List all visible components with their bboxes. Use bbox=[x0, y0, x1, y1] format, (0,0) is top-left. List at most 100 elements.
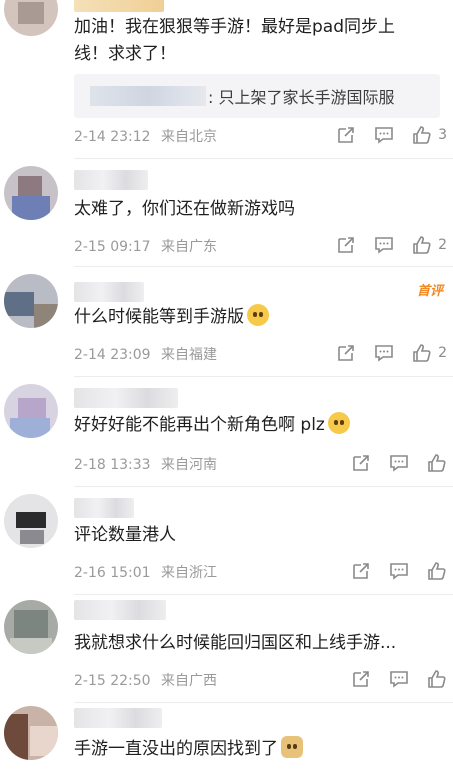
crying-face-emoji bbox=[327, 412, 350, 434]
divider bbox=[74, 376, 453, 377]
like-count: 3 bbox=[438, 127, 447, 143]
divider bbox=[74, 266, 453, 267]
comment-date: 2-15 22:50 bbox=[74, 673, 151, 689]
thumbs-up-icon bbox=[428, 562, 446, 580]
share-icon bbox=[353, 455, 369, 471]
thumbs-up-icon bbox=[428, 454, 446, 472]
comment-icon bbox=[390, 455, 408, 472]
thumbs-up-icon bbox=[413, 236, 431, 254]
divider bbox=[74, 702, 453, 703]
thumbs-up-icon bbox=[413, 126, 431, 144]
username-blurred[interactable] bbox=[74, 170, 148, 190]
crying-face-emoji bbox=[247, 304, 269, 326]
comment-text: 我就想求什么时候能回归国区和上线手游... bbox=[74, 633, 397, 653]
thumbs-up-icon bbox=[428, 670, 446, 688]
comment-icon bbox=[375, 237, 393, 254]
reply-text: : 只上架了家长手游国际服 bbox=[208, 88, 395, 107]
reply-preview[interactable]: : 只上架了家长手游国际服 bbox=[74, 74, 440, 118]
comment-date: 2-14 23:09 bbox=[74, 347, 151, 363]
avatar[interactable] bbox=[4, 600, 58, 654]
avatar[interactable] bbox=[4, 706, 58, 760]
comment-text-content: 手游一直没出的原因找到了 bbox=[74, 739, 278, 759]
doge-emoji bbox=[281, 736, 303, 758]
comment-text: 什么时候能等到手游版 bbox=[74, 304, 435, 331]
reply-username-blurred bbox=[90, 86, 206, 106]
avatar[interactable] bbox=[4, 384, 58, 438]
username-blurred[interactable] bbox=[74, 708, 162, 728]
divider bbox=[74, 158, 453, 159]
divider bbox=[74, 594, 453, 595]
like-button[interactable]: 3 bbox=[412, 125, 447, 145]
username-blurred[interactable] bbox=[74, 282, 144, 302]
share-button[interactable] bbox=[336, 235, 356, 255]
like-button[interactable]: 2 bbox=[412, 235, 447, 255]
share-button[interactable] bbox=[336, 125, 356, 145]
comment-text: 手游一直没出的原因找到了 bbox=[74, 736, 435, 763]
comment-icon bbox=[375, 127, 393, 144]
avatar[interactable] bbox=[4, 166, 58, 220]
share-icon bbox=[353, 563, 369, 579]
comment-meta: 2-15 09:17 来自广东 bbox=[74, 236, 217, 256]
comment-meta: 2-15 22:50 来自广西 bbox=[74, 670, 217, 690]
share-icon bbox=[338, 345, 354, 361]
divider bbox=[74, 486, 453, 487]
comment-actions: 3 bbox=[318, 124, 447, 146]
comment-icon bbox=[375, 345, 393, 362]
comment-date: 2-16 15:01 bbox=[74, 565, 151, 581]
comment-icon bbox=[390, 563, 408, 580]
comment-actions: 2 bbox=[318, 342, 447, 364]
comment-location: 来自广东 bbox=[161, 239, 218, 255]
username-blurred[interactable] bbox=[74, 388, 178, 408]
reply-button[interactable] bbox=[389, 453, 409, 473]
comment-date: 2-15 09:17 bbox=[74, 239, 151, 255]
comment-text: 评论数量港人 bbox=[74, 525, 176, 545]
username-blurred[interactable] bbox=[74, 600, 166, 620]
comment-actions bbox=[333, 668, 447, 690]
like-button[interactable] bbox=[427, 561, 447, 581]
share-button[interactable] bbox=[351, 669, 371, 689]
comment-date: 2-18 13:33 bbox=[74, 457, 151, 473]
reply-button[interactable] bbox=[374, 343, 394, 363]
comment-meta: 2-16 15:01 来自浙江 bbox=[74, 562, 217, 582]
share-button[interactable] bbox=[351, 453, 371, 473]
thumbs-up-icon bbox=[413, 344, 431, 362]
username-blurred[interactable] bbox=[74, 0, 164, 12]
comment-actions bbox=[333, 560, 447, 582]
like-count: 2 bbox=[438, 345, 447, 361]
comment-actions bbox=[333, 452, 447, 474]
username-blurred[interactable] bbox=[74, 498, 134, 518]
share-icon bbox=[338, 127, 354, 143]
comment-text-content: 什么时候能等到手游版 bbox=[74, 307, 244, 327]
like-button[interactable]: 2 bbox=[412, 343, 447, 363]
comment-meta: 2-14 23:09 来自福建 bbox=[74, 344, 217, 364]
comment-text: 加油！我在狠狠等手游！最好是pad同步上线！求求了！ bbox=[74, 17, 395, 64]
share-icon bbox=[353, 671, 369, 687]
comment-location: 来自福建 bbox=[161, 347, 218, 363]
comment-meta: 2-14 23:12 来自北京 bbox=[74, 126, 217, 146]
comment-location: 来自浙江 bbox=[161, 565, 218, 581]
comment-location: 来自河南 bbox=[161, 457, 218, 473]
comment-actions: 2 bbox=[318, 234, 447, 256]
avatar[interactable] bbox=[4, 0, 58, 36]
like-button[interactable] bbox=[427, 453, 447, 473]
reply-button[interactable] bbox=[374, 235, 394, 255]
comment-text: 太难了，你们还在做新游戏吗 bbox=[74, 199, 295, 219]
comment-date: 2-14 23:12 bbox=[74, 129, 151, 145]
comment-text: 好好好能不能再出个新角色啊 plz bbox=[74, 412, 435, 439]
comment-location: 来自北京 bbox=[161, 129, 218, 145]
reply-button[interactable] bbox=[374, 125, 394, 145]
like-button[interactable] bbox=[427, 669, 447, 689]
reply-button[interactable] bbox=[389, 561, 409, 581]
share-button[interactable] bbox=[351, 561, 371, 581]
like-count: 2 bbox=[438, 237, 447, 253]
comment-location: 来自广西 bbox=[161, 673, 218, 689]
avatar[interactable] bbox=[4, 274, 58, 328]
comment-text-content: 好好好能不能再出个新角色啊 plz bbox=[74, 415, 325, 435]
share-button[interactable] bbox=[336, 343, 356, 363]
avatar[interactable] bbox=[4, 494, 58, 548]
share-icon bbox=[338, 237, 354, 253]
first-comment-badge: 首评 bbox=[416, 284, 443, 299]
comment-meta: 2-18 13:33 来自河南 bbox=[74, 454, 217, 474]
comment-icon bbox=[390, 671, 408, 688]
reply-button[interactable] bbox=[389, 669, 409, 689]
